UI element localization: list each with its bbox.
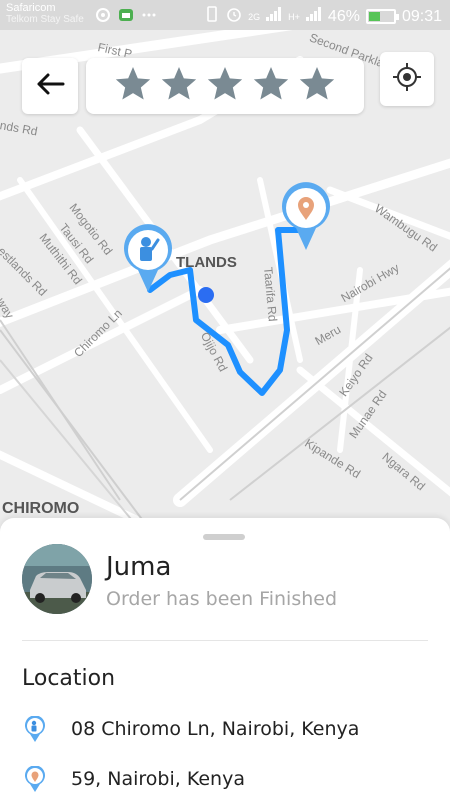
more-icon [141, 7, 157, 23]
carrier-sub: Telkom Stay Safe [6, 14, 84, 25]
battery-icon [365, 9, 399, 24]
star-icon[interactable] [251, 64, 291, 108]
pickup-marker[interactable] [120, 222, 176, 292]
driver-name: Juma [106, 552, 172, 582]
pickup-pin-icon [22, 715, 48, 742]
vibrate-icon [204, 6, 220, 27]
alarm-icon [226, 6, 242, 27]
dropoff-marker[interactable] [278, 180, 334, 250]
clock: 09:31 [401, 7, 442, 25]
area-label: TLANDS [176, 254, 237, 271]
app-icon [118, 7, 134, 23]
notification-icons [95, 7, 157, 23]
back-button[interactable] [22, 58, 78, 114]
location-section-title: Location [22, 666, 116, 691]
current-location-dot [198, 287, 214, 303]
status-bar: Safaricom Telkom Stay Safe 2G H+ 46% 09:… [0, 0, 450, 30]
star-icon[interactable] [159, 64, 199, 108]
dropoff-pin-icon [22, 765, 48, 792]
area-label: CHIROMO [2, 500, 80, 517]
data-type: H+ [288, 11, 300, 22]
dropoff-location-row: 59, Nairobi, Kenya [22, 765, 245, 792]
arrow-left-icon [35, 72, 65, 100]
crosshair-icon [392, 62, 422, 96]
star-icon[interactable] [205, 64, 245, 108]
driver-avatar [22, 544, 92, 614]
dropoff-address: 59, Nairobi, Kenya [71, 768, 245, 790]
signal-icon [266, 7, 282, 26]
star-icon[interactable] [297, 64, 337, 108]
divider [22, 640, 428, 641]
notification-icon [95, 7, 111, 23]
carrier-name: Safaricom [6, 2, 56, 14]
drag-handle[interactable] [203, 534, 245, 540]
pickup-location-row: 08 Chiromo Ln, Nairobi, Kenya [22, 715, 360, 742]
pickup-address: 08 Chiromo Ln, Nairobi, Kenya [71, 718, 360, 740]
order-status: Order has been Finished [106, 588, 338, 610]
rating-stars[interactable] [86, 58, 364, 114]
star-icon[interactable] [113, 64, 153, 108]
locate-button[interactable] [380, 52, 434, 106]
battery-percent: 46% [327, 7, 360, 25]
trip-details-sheet: Juma Order has been Finished Location 08… [0, 518, 450, 800]
system-status: 2G H+ 46% 09:31 [204, 6, 442, 27]
carrier-info: Safaricom Telkom Stay Safe [6, 2, 84, 26]
battery-fill [368, 12, 380, 21]
network-type: 2G [248, 11, 261, 22]
signal-icon-2 [305, 7, 322, 26]
